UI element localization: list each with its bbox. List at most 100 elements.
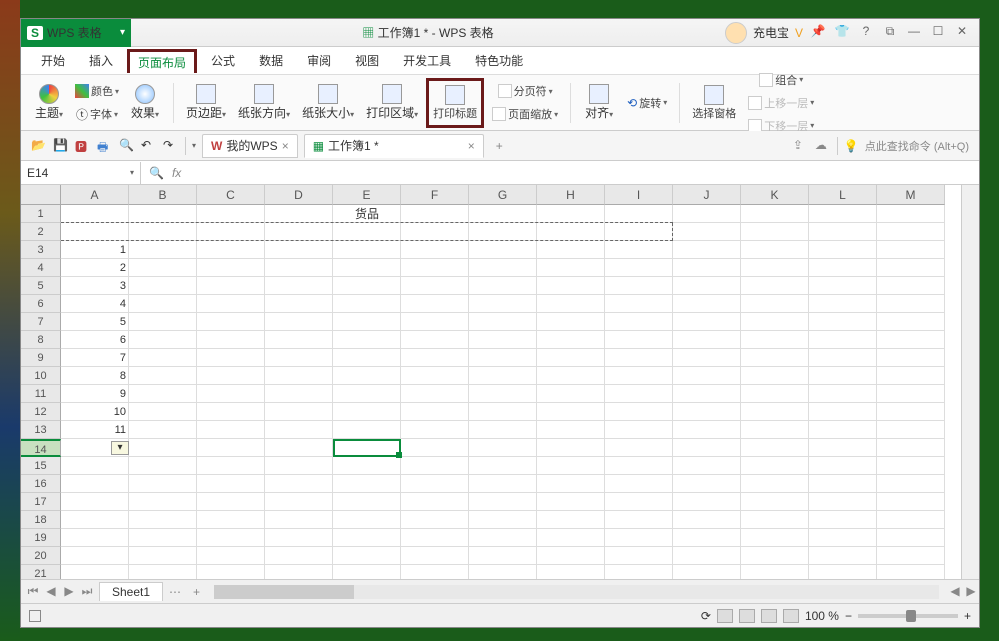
cell-I6[interactable]	[605, 295, 673, 313]
cell-K20[interactable]	[741, 547, 809, 565]
cell-H11[interactable]	[537, 385, 605, 403]
cell-H16[interactable]	[537, 475, 605, 493]
col-header-G[interactable]: G	[469, 185, 537, 205]
cell-L12[interactable]	[809, 403, 877, 421]
cell-H15[interactable]	[537, 457, 605, 475]
row-header-1[interactable]: 1	[21, 205, 61, 223]
cell-G21[interactable]	[469, 565, 537, 579]
cell-H9[interactable]	[537, 349, 605, 367]
cell-M17[interactable]	[877, 493, 945, 511]
cell-G16[interactable]	[469, 475, 537, 493]
cell-F8[interactable]	[401, 331, 469, 349]
cell-G19[interactable]	[469, 529, 537, 547]
cell-D20[interactable]	[265, 547, 333, 565]
cell-M4[interactable]	[877, 259, 945, 277]
cell-F9[interactable]	[401, 349, 469, 367]
cell-C5[interactable]	[197, 277, 265, 295]
cell-I11[interactable]	[605, 385, 673, 403]
cell-D15[interactable]	[265, 457, 333, 475]
cell-G3[interactable]	[469, 241, 537, 259]
cell-K17[interactable]	[741, 493, 809, 511]
view-normal-icon[interactable]	[717, 609, 733, 623]
cell-F7[interactable]	[401, 313, 469, 331]
cell-K4[interactable]	[741, 259, 809, 277]
cell-M19[interactable]	[877, 529, 945, 547]
cell-K14[interactable]	[741, 439, 809, 457]
cell-F5[interactable]	[401, 277, 469, 295]
cell-E3[interactable]	[333, 241, 401, 259]
cell-G15[interactable]	[469, 457, 537, 475]
cell-E14[interactable]	[333, 439, 401, 457]
cell-L20[interactable]	[809, 547, 877, 565]
cell-K19[interactable]	[741, 529, 809, 547]
cell-M14[interactable]	[877, 439, 945, 457]
cell-L7[interactable]	[809, 313, 877, 331]
cell-B20[interactable]	[129, 547, 197, 565]
cell-A8[interactable]: 6	[61, 331, 129, 349]
cell-G10[interactable]	[469, 367, 537, 385]
reload-icon[interactable]: ⟳	[701, 609, 711, 623]
cell-E5[interactable]	[333, 277, 401, 295]
cell-A10[interactable]: 8	[61, 367, 129, 385]
cell-K5[interactable]	[741, 277, 809, 295]
cell-G18[interactable]	[469, 511, 537, 529]
cell-L17[interactable]	[809, 493, 877, 511]
cell-K2[interactable]	[741, 223, 809, 241]
cell-F15[interactable]	[401, 457, 469, 475]
cell-B3[interactable]	[129, 241, 197, 259]
row-header-13[interactable]: 13	[21, 421, 61, 439]
cell-L9[interactable]	[809, 349, 877, 367]
cell-F12[interactable]	[401, 403, 469, 421]
cell-M12[interactable]	[877, 403, 945, 421]
sheet-next-icon[interactable]: ▶	[61, 584, 77, 600]
merged-header-cell[interactable]: 货品	[61, 205, 673, 223]
cell-D6[interactable]	[265, 295, 333, 313]
cell-D7[interactable]	[265, 313, 333, 331]
cell-M21[interactable]	[877, 565, 945, 579]
cell-C6[interactable]	[197, 295, 265, 313]
smart-tag-icon[interactable]: ▾	[111, 441, 129, 455]
cell-E16[interactable]	[333, 475, 401, 493]
cell-H5[interactable]	[537, 277, 605, 295]
row-header-7[interactable]: 7	[21, 313, 61, 331]
hscroll-left-icon[interactable]: ◀	[947, 584, 963, 600]
cell-B18[interactable]	[129, 511, 197, 529]
cell-K1[interactable]	[741, 205, 809, 223]
cell-C14[interactable]	[197, 439, 265, 457]
cell-G5[interactable]	[469, 277, 537, 295]
cell-M6[interactable]	[877, 295, 945, 313]
cell-E8[interactable]	[333, 331, 401, 349]
cell-B12[interactable]	[129, 403, 197, 421]
cell-D10[interactable]	[265, 367, 333, 385]
cell-C12[interactable]	[197, 403, 265, 421]
cell-H4[interactable]	[537, 259, 605, 277]
cell-H8[interactable]	[537, 331, 605, 349]
cell-B11[interactable]	[129, 385, 197, 403]
cell-A20[interactable]	[61, 547, 129, 565]
row-header-5[interactable]: 5	[21, 277, 61, 295]
view-break-icon[interactable]	[761, 609, 777, 623]
col-header-B[interactable]: B	[129, 185, 197, 205]
cell-F14[interactable]	[401, 439, 469, 457]
menu-page-layout[interactable]: 页面布局	[127, 49, 197, 73]
cell-G4[interactable]	[469, 259, 537, 277]
col-header-K[interactable]: K	[741, 185, 809, 205]
rotate-button[interactable]: ⟲旋转▾	[623, 78, 671, 128]
select-all-corner[interactable]	[21, 185, 61, 205]
cell-E12[interactable]	[333, 403, 401, 421]
cell-L5[interactable]	[809, 277, 877, 295]
cell-E11[interactable]	[333, 385, 401, 403]
cell-L18[interactable]	[809, 511, 877, 529]
zoom-thumb[interactable]	[906, 610, 916, 622]
cell-D3[interactable]	[265, 241, 333, 259]
cell-L19[interactable]	[809, 529, 877, 547]
cell-C20[interactable]	[197, 547, 265, 565]
cell-F10[interactable]	[401, 367, 469, 385]
cell-D14[interactable]	[265, 439, 333, 457]
cloud-icon[interactable]: ☁	[815, 138, 831, 154]
cell-M7[interactable]	[877, 313, 945, 331]
cell-A18[interactable]	[61, 511, 129, 529]
cell-C4[interactable]	[197, 259, 265, 277]
align-button[interactable]: 对齐▾	[579, 78, 619, 128]
row-header-6[interactable]: 6	[21, 295, 61, 313]
